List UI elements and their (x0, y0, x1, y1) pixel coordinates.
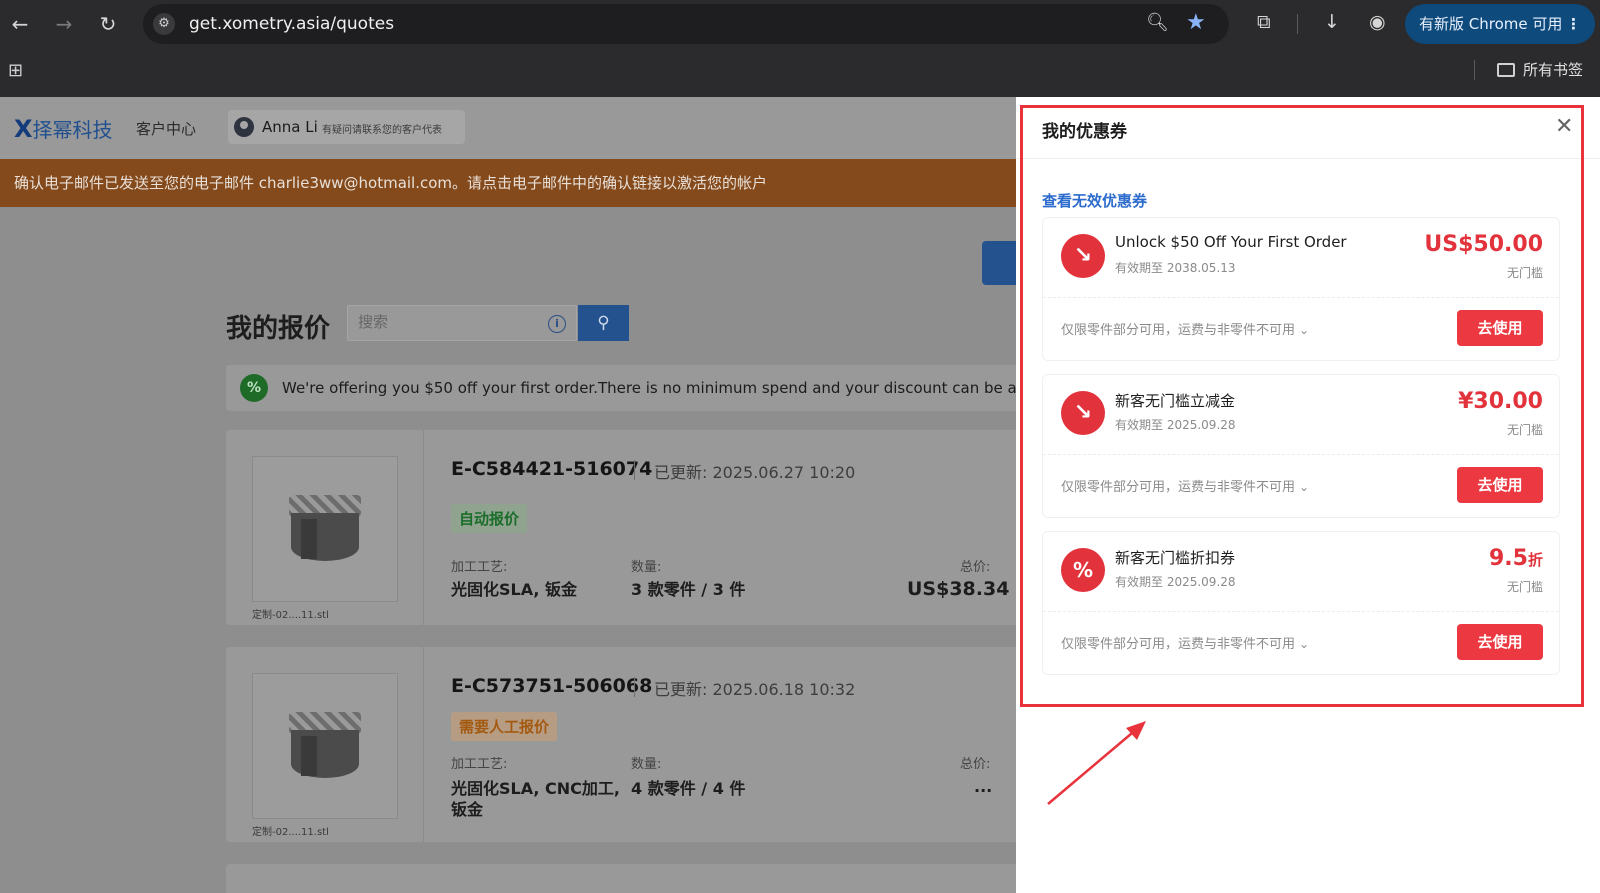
part-model-icon (283, 495, 367, 567)
reload-icon[interactable]: ↻ (96, 12, 120, 36)
bookmark-star-icon[interactable]: ★ (1186, 10, 1206, 35)
quote-card[interactable]: 定制-02....11.stl E-C573751-506068 已更新: 20… (226, 647, 1016, 842)
file-name: 定制-02....11.stl (252, 827, 329, 838)
info-icon[interactable]: i (548, 315, 566, 333)
folder-icon (1497, 63, 1515, 77)
download-icon[interactable]: ↓ (1324, 11, 1340, 33)
email-confirm-banner: 确认电子邮件已发送至您的电子邮件 charlie3ww@hotmail.com。… (0, 159, 1016, 207)
search-box[interactable]: i (347, 305, 577, 341)
search-button[interactable]: ⚲ (578, 305, 629, 341)
qty-label: 数量: (631, 560, 662, 575)
qty-label: 数量: (631, 757, 662, 772)
address-bar[interactable]: ⚙ get.xometry.asia/quotes 🔍︎ ★ (143, 4, 1229, 44)
quote-id[interactable]: E-C584421-516074 (451, 458, 652, 480)
part-thumbnail[interactable] (252, 673, 398, 819)
url-text[interactable]: get.xometry.asia/quotes (189, 14, 394, 34)
logo-x-icon: X (14, 115, 33, 143)
avatar (234, 117, 254, 137)
new-quote-button[interactable] (982, 241, 1016, 285)
promo-text: We're offering you $50 off your first or… (282, 379, 1016, 397)
part-model-icon (283, 712, 367, 784)
process-label: 加工工艺: (451, 560, 508, 575)
zoom-icon[interactable]: 🔍︎ (1146, 12, 1169, 33)
qty-value: 3 款零件 / 3 件 (631, 580, 746, 599)
search-icon: ⚲ (597, 313, 610, 333)
chrome-menu-icon[interactable]: ⋮ (1566, 4, 1581, 44)
all-bookmarks-button[interactable]: 所有书签 (1497, 59, 1583, 80)
quotes-page: X择幂科技 客户中心 Anna Li 有疑问请联系您的客户代表 确认电子邮件已发… (0, 97, 1016, 893)
forward-icon[interactable]: → (52, 12, 76, 36)
site-header: X择幂科技 客户中心 Anna Li 有疑问请联系您的客户代表 (0, 97, 1016, 159)
company-logo[interactable]: X择幂科技 (14, 114, 113, 143)
quote-thumbnail-column: 定制-02....11.stl (226, 430, 424, 625)
annotation-highlight-box (1020, 105, 1584, 707)
discount-icon: % (240, 374, 268, 402)
browser-toolbar: ← → ↻ ⚙ get.xometry.asia/quotes 🔍︎ ★ ⧉ ↓… (0, 0, 1600, 48)
search-input[interactable] (358, 313, 538, 331)
process-value: 光固化SLA, 钣金 (451, 580, 578, 599)
apps-grid-icon[interactable]: ⊞ (8, 60, 23, 81)
site-settings-icon[interactable]: ⚙ (153, 13, 175, 35)
bookmarks-divider (1474, 60, 1475, 80)
quote-id[interactable]: E-C573751-506068 (451, 675, 652, 697)
total-label: 总价: (960, 757, 991, 772)
total-label: 总价: (960, 560, 991, 575)
customer-center-link[interactable]: 客户中心 (136, 118, 196, 139)
quote-thumbnail-column: 定制-02....11.stl (226, 647, 424, 842)
logo-text: 择幂科技 (32, 118, 113, 142)
quote-card[interactable] (226, 864, 1016, 893)
file-name: 定制-02....11.stl (252, 610, 329, 621)
process-label: 加工工艺: (451, 757, 508, 772)
quote-card[interactable]: 定制-02....11.stl E-C584421-516074 已更新: 20… (226, 430, 1016, 625)
qty-value: 4 款零件 / 4 件 (631, 779, 746, 798)
page-title: 我的报价 (226, 314, 331, 344)
toolbar-divider (1297, 14, 1298, 34)
total-value: ... (974, 777, 993, 796)
quote-updated: 已更新: 2025.06.18 10:32 (654, 680, 856, 699)
total-value: US$38.34 (907, 578, 1010, 600)
rep-hint: 有疑问请联系您的客户代表 (322, 125, 442, 136)
profile-icon[interactable]: ◉ (1369, 11, 1386, 33)
quote-updated: 已更新: 2025.06.27 10:20 (654, 463, 856, 482)
part-thumbnail[interactable] (252, 456, 398, 602)
divider (634, 460, 635, 480)
promo-notice: % We're offering you $50 off your first … (226, 365, 1016, 411)
all-bookmarks-label: 所有书签 (1523, 61, 1584, 79)
extensions-icon[interactable]: ⧉ (1257, 11, 1271, 33)
process-value-line2: 钣金 (451, 800, 484, 819)
account-rep[interactable]: Anna Li 有疑问请联系您的客户代表 (228, 110, 465, 144)
update-label: 有新版 Chrome 可用 (1419, 15, 1563, 33)
status-badge: 自动报价 (451, 504, 528, 533)
divider (634, 677, 635, 697)
back-icon[interactable]: ← (8, 12, 32, 36)
bookmarks-bar (0, 48, 1600, 97)
rep-name: Anna Li (262, 118, 318, 136)
status-badge: 需要人工报价 (451, 712, 558, 741)
chrome-update-button[interactable]: 有新版 Chrome 可用 ⋮ (1405, 4, 1595, 44)
